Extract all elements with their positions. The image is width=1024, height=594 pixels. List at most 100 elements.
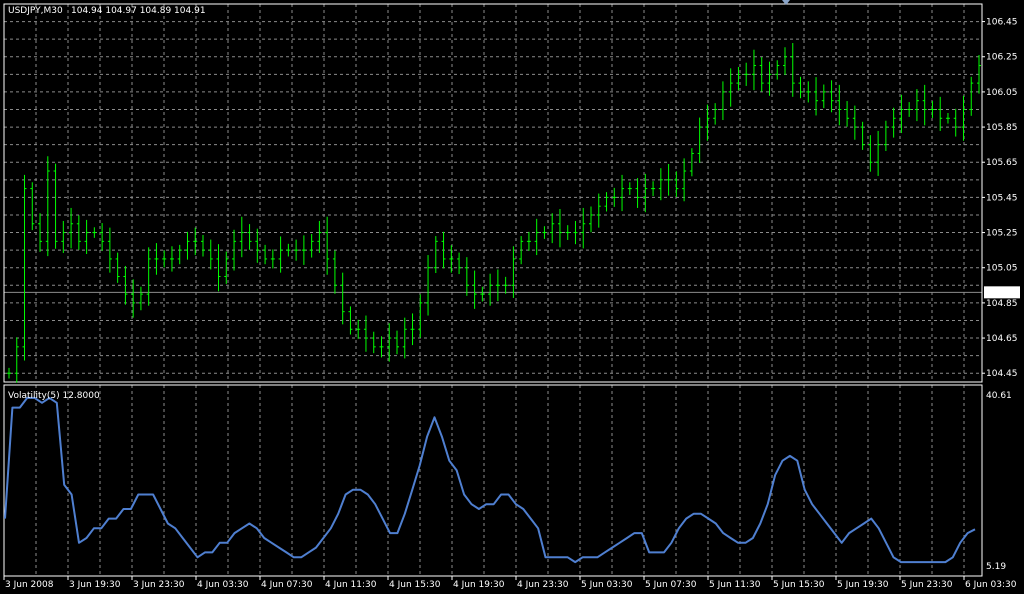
time-tick-label: 3 Jun 23:30	[133, 580, 185, 590]
price-bar	[294, 239, 299, 261]
price-bar	[845, 101, 850, 127]
price-bar	[907, 102, 912, 117]
time-axis-ticks: 3 Jun 2008 3 Jun 19:30 3 Jun 23:30 4 Jun 03…	[3, 576, 1017, 590]
price-bar	[286, 243, 291, 257]
price-bar	[356, 319, 361, 339]
price-bar	[596, 193, 601, 228]
price-bar	[332, 250, 337, 294]
indicator-tick-label: 40.61	[986, 391, 1012, 401]
price-bar	[154, 243, 159, 275]
indicator-axis-ticks: 40.61 5.19	[986, 391, 1012, 572]
time-tick-label: 5 Jun 07:30	[645, 580, 697, 590]
price-tick-label: 105.05	[986, 264, 1018, 274]
price-bar	[449, 245, 454, 273]
price-bar	[868, 135, 873, 172]
price-bar	[852, 105, 857, 140]
price-bar	[464, 257, 469, 296]
price-bar	[821, 84, 826, 109]
price-pane-frame	[3, 3, 983, 383]
price-bar	[255, 228, 260, 263]
price-bar	[325, 216, 330, 275]
price-bar	[263, 244, 268, 265]
price-bar	[317, 220, 322, 253]
price-bar	[371, 331, 376, 354]
price-bar	[395, 330, 399, 355]
price-bar	[767, 61, 772, 96]
price-tick-label: 106.05	[986, 88, 1018, 98]
price-bar	[340, 272, 345, 325]
price-tick-label: 104.65	[986, 334, 1018, 344]
trading-chart[interactable]: 106.45 106.25 106.05 105.85 105.65 105.45 105.…	[0, 0, 1024, 594]
price-bar	[138, 286, 143, 311]
price-bar	[666, 163, 671, 196]
time-tick-label: 4 Jun 19:30	[453, 580, 505, 590]
time-tick-label: 6 Jun 03:30	[965, 580, 1017, 590]
price-bar	[751, 49, 756, 91]
price-bar	[914, 89, 919, 122]
price-bar	[883, 120, 888, 151]
time-tick-label: 5 Jun 19:30	[837, 580, 889, 590]
price-bar	[783, 47, 787, 76]
price-bar	[146, 247, 151, 306]
price-bar	[806, 81, 811, 103]
chart-ohlc-readout: 104.94 104.97 104.89 104.91	[71, 6, 206, 16]
chart-grid	[4, 4, 982, 576]
price-bar	[565, 225, 570, 240]
price-bar	[495, 269, 500, 302]
price-tick-label: 104.45	[986, 369, 1018, 379]
last-price-value: 104.91	[987, 288, 1019, 298]
price-tick-label: 104.85	[986, 299, 1018, 309]
price-bar	[185, 231, 190, 260]
price-bar	[589, 206, 593, 233]
price-bar	[798, 76, 803, 99]
price-bar	[84, 219, 89, 255]
price-bar	[775, 60, 780, 80]
price-bars-series	[7, 43, 981, 383]
price-bar	[53, 163, 58, 249]
price-bar	[627, 182, 632, 195]
price-bar	[278, 236, 283, 273]
price-bar	[720, 81, 725, 121]
price-bar	[309, 233, 314, 258]
price-bar	[488, 273, 493, 306]
price-bar	[635, 178, 640, 208]
price-bar	[348, 306, 353, 335]
price-bar	[860, 121, 865, 150]
time-tick-label: 5 Jun 11:30	[709, 580, 761, 590]
price-bar	[526, 231, 531, 251]
price-tick-label: 105.25	[986, 229, 1018, 239]
price-tick-label: 105.45	[986, 193, 1018, 203]
price-bar	[620, 174, 625, 212]
time-tick-label: 4 Jun 03:30	[197, 580, 249, 590]
time-tick-label: 3 Jun 19:30	[69, 580, 121, 590]
price-bar	[216, 244, 221, 292]
price-bar	[612, 187, 617, 207]
price-bar	[550, 213, 555, 244]
price-bar	[162, 250, 167, 268]
indicator-label: Volatility(5) 12.8000	[8, 391, 100, 401]
price-bar	[581, 207, 586, 249]
price-bar	[604, 192, 609, 212]
price-bar	[100, 223, 105, 251]
price-bar	[270, 249, 275, 269]
price-bar	[363, 315, 368, 352]
time-tick-label: 5 Jun 03:30	[581, 580, 633, 590]
price-bar	[651, 181, 656, 196]
price-bar	[953, 108, 958, 137]
price-bar	[511, 246, 516, 298]
price-bar	[301, 235, 306, 265]
price-bar	[30, 182, 35, 231]
price-bar	[208, 239, 213, 270]
time-tick-label: 4 Jun 23:30	[517, 580, 569, 590]
price-bar	[744, 62, 749, 86]
price-axis-ticks: 106.45 106.25 106.05 105.85 105.65 105.45 105.…	[982, 18, 1018, 379]
price-bar	[938, 96, 943, 131]
price-bar	[61, 220, 66, 253]
price-bar	[930, 101, 935, 118]
time-tick-label: 4 Jun 11:30	[325, 580, 377, 590]
price-bar	[674, 171, 679, 198]
price-bar	[69, 207, 74, 249]
price-bar	[193, 227, 198, 256]
price-bar	[177, 244, 182, 265]
price-bar	[418, 294, 423, 338]
